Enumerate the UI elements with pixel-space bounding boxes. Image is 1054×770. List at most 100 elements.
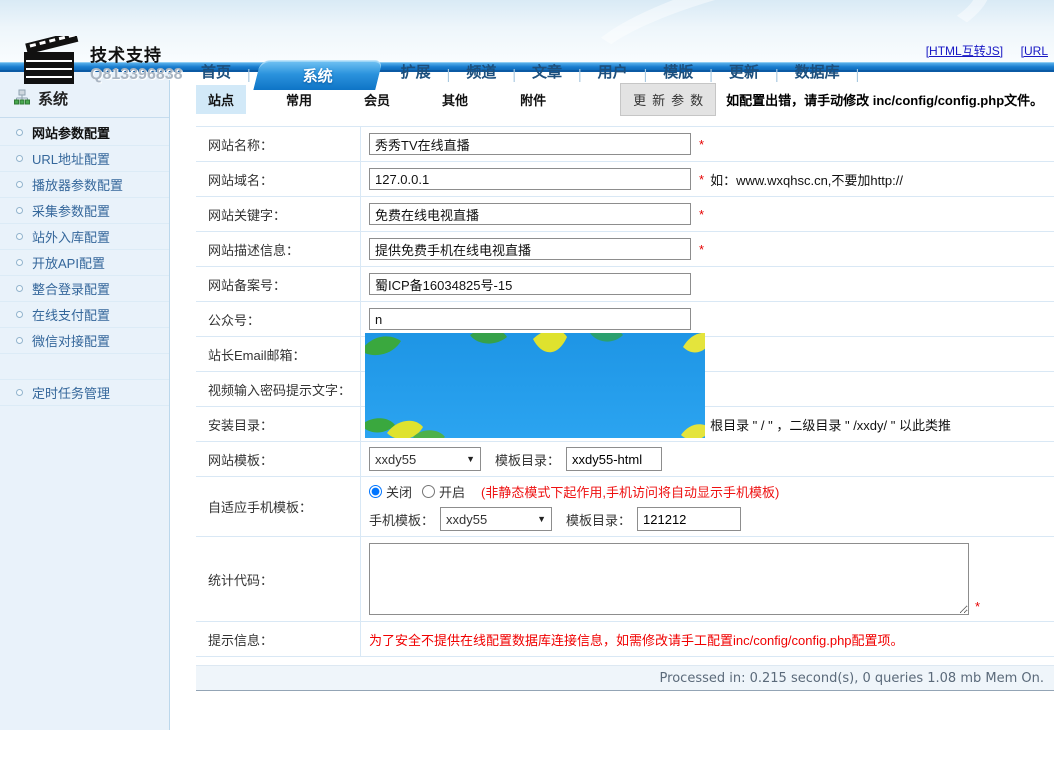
required-asterisk: *	[699, 137, 704, 152]
mobile-template-dir-input[interactable]	[637, 507, 741, 531]
site-template-label: 网站模板：	[196, 442, 361, 476]
mobile-template-select-label: 手机模板：	[369, 510, 434, 529]
bullet-icon	[16, 389, 23, 396]
sidebar-item-label: 定时任务管理	[32, 383, 110, 402]
site-name-label: 网站名称：	[196, 127, 361, 161]
required-asterisk: *	[699, 172, 704, 187]
url-link[interactable]: [URL	[1021, 44, 1048, 58]
nav-tab-home[interactable]: 首页	[197, 61, 235, 82]
sidebar-divider	[0, 117, 169, 118]
clapperboard-icon	[22, 36, 80, 89]
sidebar-item-online-payment[interactable]: 在线支付配置	[0, 302, 169, 328]
processing-stats: Processed in: 0.215 second(s), 0 queries…	[660, 671, 1044, 686]
nav-separator: |	[578, 66, 582, 82]
form-row-stats-code: 统计代码： *	[196, 537, 1054, 622]
mobile-on-label: 开启	[439, 482, 465, 501]
nav-tab-extend[interactable]: 扩展	[397, 61, 435, 82]
install-dir-hint: 根目录 " / " ，二级目录 " /xxdy/ " 以此类推	[710, 415, 951, 434]
form-row-site-name: 网站名称： *	[196, 127, 1054, 162]
nav-separator: |	[247, 66, 251, 82]
nav-tab-article[interactable]: 文章	[528, 61, 566, 82]
chevron-down-icon: ▼	[537, 514, 546, 524]
sidebar-item-label: 采集参数配置	[32, 201, 110, 220]
logo-text: 技术支持 Q813396838	[90, 41, 183, 84]
header: 技术支持 Q813396838 [HTML互转JS] [URL	[0, 0, 1054, 62]
site-keywords-input[interactable]	[369, 203, 691, 225]
template-dir-label: 模板目录：	[495, 450, 560, 469]
form-row-site-domain: 网站域名： * 如：www.wxqhsc.cn,不要加http://	[196, 162, 1054, 197]
form-row-icp-number: 网站备案号：	[196, 267, 1054, 302]
nav-tab-database[interactable]: 数据库	[791, 61, 844, 82]
site-template-select[interactable]: xxdy55 ▼	[369, 447, 481, 471]
logo-qq: Q813396838	[90, 66, 183, 84]
tip-text: 为了安全不提供在线配置数据库连接信息，如需修改请手工配置inc/config/c…	[369, 630, 904, 649]
sidebar-item-integrated-login[interactable]: 整合登录配置	[0, 276, 169, 302]
chevron-down-icon: ▼	[466, 454, 475, 464]
privacy-cover-image	[365, 333, 705, 438]
tip-label: 提示信息：	[196, 622, 361, 656]
sidebar-title: 系统	[38, 88, 68, 109]
sidebar-item-scheduled-tasks[interactable]: 定时任务管理	[0, 380, 169, 406]
sidebar-gap	[0, 354, 169, 380]
mobile-template-select-line: 手机模板： xxdy55 ▼ 模板目录：	[369, 507, 1054, 531]
nav-tab-update[interactable]: 更新	[725, 61, 763, 82]
page: 技术支持 Q813396838 [HTML互转JS] [URL 首页 | 系统 …	[0, 0, 1054, 770]
sidebar-item-external-storage[interactable]: 站外入库配置	[0, 224, 169, 250]
required-asterisk: *	[699, 242, 704, 257]
icp-number-label: 网站备案号：	[196, 267, 361, 301]
logo: 技术支持 Q813396838	[22, 36, 183, 89]
html-to-js-link[interactable]: [HTML互转JS]	[926, 44, 1003, 58]
bullet-icon	[16, 337, 23, 344]
nav-tab-template[interactable]: 模版	[659, 61, 697, 82]
icp-number-input[interactable]	[369, 273, 691, 295]
bullet-icon	[16, 233, 23, 240]
sidebar-item-label: 整合登录配置	[32, 279, 110, 298]
video-password-hint-label: 视频输入密码提示文字：	[196, 372, 361, 406]
mobile-template-off-radio[interactable]	[369, 485, 382, 498]
sitemap-icon	[14, 89, 30, 108]
sidebar-item-label: 开放API配置	[32, 253, 105, 272]
site-description-label: 网站描述信息：	[196, 232, 361, 266]
mobile-template-note: (非静态模式下起作用,手机访问将自动显示手机模板)	[481, 482, 779, 501]
public-account-label: 公众号：	[196, 302, 361, 336]
sidebar-item-url-config[interactable]: URL地址配置	[0, 146, 169, 172]
sidebar-item-label: URL地址配置	[32, 149, 110, 168]
mobile-template-on-radio[interactable]	[422, 485, 435, 498]
sidebar-item-wechat[interactable]: 微信对接配置	[0, 328, 169, 354]
sidebar-item-label: 微信对接配置	[32, 331, 110, 350]
nav-tab-channel[interactable]: 频道	[462, 61, 500, 82]
nav-tab-system[interactable]: 系统	[257, 60, 379, 90]
nav-tab-user[interactable]: 用户	[594, 61, 632, 82]
form-row-site-keywords: 网站关键字： *	[196, 197, 1054, 232]
sidebar-item-open-api[interactable]: 开放API配置	[0, 250, 169, 276]
sidebar-item-collect-params[interactable]: 采集参数配置	[0, 198, 169, 224]
sidebar-item-label: 在线支付配置	[32, 305, 110, 324]
form-row-site-description: 网站描述信息： *	[196, 232, 1054, 267]
stats-code-textarea[interactable]	[369, 543, 969, 615]
form-row-tip: 提示信息： 为了安全不提供在线配置数据库连接信息，如需修改请手工配置inc/co…	[196, 622, 1054, 657]
site-domain-input[interactable]	[369, 168, 691, 190]
nav-separator: |	[709, 66, 713, 82]
processing-footer: Processed in: 0.215 second(s), 0 queries…	[196, 665, 1054, 691]
form-row-mobile-template: 自适应手机模板： 关闭 开启 (非静态模式下起作用,手机访问将自动显示手机模板)…	[196, 477, 1054, 537]
sidebar-item-label: 站外入库配置	[32, 227, 110, 246]
sidebar-item-label: 网站参数配置	[32, 123, 110, 142]
mobile-template-switch-line: 关闭 开启 (非静态模式下起作用,手机访问将自动显示手机模板)	[369, 482, 1054, 501]
bullet-icon	[16, 207, 23, 214]
top-links: [HTML互转JS] [URL	[912, 42, 1048, 59]
site-description-input[interactable]	[369, 238, 691, 260]
nav-separator: |	[856, 66, 860, 82]
site-keywords-label: 网站关键字：	[196, 197, 361, 231]
bullet-icon	[16, 259, 23, 266]
site-name-input[interactable]	[369, 133, 691, 155]
logo-title: 技术支持	[90, 41, 183, 66]
required-asterisk: *	[975, 599, 980, 614]
mobile-template-select[interactable]: xxdy55 ▼	[440, 507, 552, 531]
sidebar: 系统 网站参数配置 URL地址配置 播放器参数配置 采集参数配置 站外入库配	[0, 72, 170, 730]
mobile-template-dir-label: 模板目录：	[566, 510, 631, 529]
public-account-input[interactable]	[369, 308, 691, 330]
sidebar-item-site-params[interactable]: 网站参数配置	[0, 120, 169, 146]
template-dir-input[interactable]	[566, 447, 662, 471]
site-template-select-value: xxdy55	[375, 452, 416, 467]
sidebar-item-player-params[interactable]: 播放器参数配置	[0, 172, 169, 198]
